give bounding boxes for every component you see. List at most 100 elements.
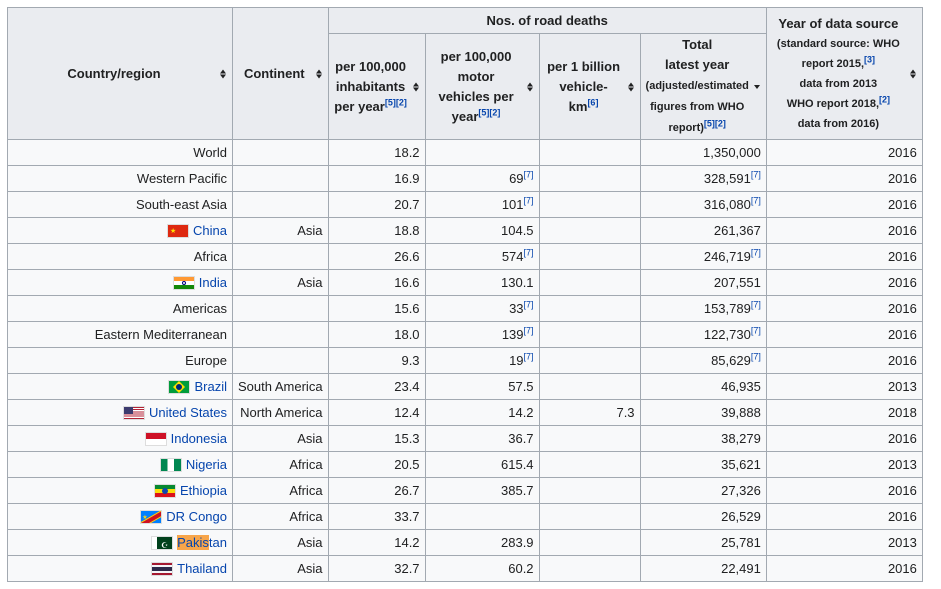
cell-value: 39,888	[721, 405, 761, 420]
cell-per-vehicles: 36.7	[424, 425, 540, 452]
cell-per-km	[538, 295, 641, 322]
country-link[interactable]: China	[193, 223, 227, 238]
reference-link[interactable]: [7]	[524, 300, 534, 310]
cell-value: 574	[501, 249, 524, 264]
reference-link[interactable]: [7]	[524, 248, 534, 258]
sort-both-icon[interactable]	[526, 82, 533, 91]
cell-year: 2018	[765, 399, 923, 426]
reference-link[interactable]: [7]	[751, 352, 761, 362]
reference-link[interactable]: [7]	[751, 300, 761, 310]
flag-nigeria-icon	[159, 457, 182, 472]
sort-both-icon[interactable]	[909, 69, 916, 78]
table-row: Europe 9.3 19[7] 85,629[7] 2016	[7, 347, 923, 374]
table-row: South-east Asia 20.7 101[7] 316,080[7] 2016	[7, 191, 923, 218]
cell-country: World	[7, 139, 233, 166]
cell-year: 2016	[765, 347, 923, 374]
cell-year: 2016	[765, 139, 923, 166]
cell-value: 69	[509, 171, 524, 186]
cell-per-inhabitants: 26.7	[327, 477, 426, 504]
col-header-per-km[interactable]: per 1 billion vehicle-km[6]	[538, 33, 641, 140]
table-row: Brazil South America 23.4 57.5 46,935 2013	[7, 373, 923, 400]
reference-link[interactable]: [7]	[524, 326, 534, 336]
cell-value: 104.5	[501, 223, 534, 238]
reference-link[interactable]: [7]	[751, 196, 761, 206]
col-header-country[interactable]: Country/region	[7, 7, 233, 140]
col-header-year[interactable]: Year of data source (standard source: WH…	[765, 7, 923, 140]
cell-total: 85,629[7]	[639, 347, 767, 374]
sort-both-icon[interactable]	[627, 82, 634, 91]
flag-pakistan-icon	[151, 535, 174, 550]
cell-per-vehicles: 69[7]	[424, 165, 540, 192]
col-group-road-deaths: Nos. of road deaths	[327, 7, 767, 34]
cell-country: Ethiopia	[7, 477, 233, 504]
sort-both-icon[interactable]	[220, 69, 226, 78]
cell-value: 33	[509, 301, 524, 316]
flag-india-icon	[172, 275, 195, 290]
cell-country: Western Pacific	[7, 165, 233, 192]
cell-continent: South America	[232, 373, 329, 400]
sort-descending-icon[interactable]	[753, 84, 760, 89]
cell-value: 46,935	[721, 379, 761, 394]
reference-link[interactable]: [2]	[879, 94, 890, 104]
table-row: World 18.2 1,350,000 2016	[7, 139, 923, 166]
col-header-per-km-label: per 1 billion	[547, 58, 621, 74]
reference-link[interactable]: [5][2]	[478, 107, 500, 117]
year-sub-text: WHO report 2018,	[786, 97, 880, 110]
country-link[interactable]: Ethiopia	[180, 483, 227, 498]
col-header-continent-label: Continent	[243, 65, 305, 81]
cell-country: Brazil	[7, 373, 233, 400]
cell-value: 14.2	[508, 405, 534, 420]
cell-per-inhabitants: 18.2	[327, 139, 426, 166]
country-link[interactable]: Nigeria	[186, 457, 227, 472]
cell-country: South-east Asia	[7, 191, 233, 218]
country-link[interactable]: Indonesia	[171, 431, 227, 446]
cell-continent	[232, 295, 329, 322]
cell-year: 2016	[765, 503, 923, 530]
table-row: Eastern Mediterranean 18.0 139[7] 122,730[7…	[7, 321, 923, 348]
cell-value: 328,591	[703, 171, 751, 186]
reference-link[interactable]: [7]	[524, 196, 534, 206]
reference-link[interactable]: [7]	[751, 326, 761, 336]
country-link[interactable]: Thailand	[177, 561, 227, 576]
cell-per-km	[538, 243, 641, 270]
col-header-total[interactable]: Total latest year (adjusted/estimated fi…	[639, 33, 767, 140]
country-link[interactable]: United States	[149, 405, 227, 420]
col-header-total-sub: (adjusted/estimated figures from WHO rep…	[645, 80, 749, 134]
country-link[interactable]: Pakistan	[177, 535, 227, 550]
cell-value: 615.4	[501, 457, 534, 472]
cell-value: 27,326	[721, 483, 761, 498]
cell-total: 22,491	[639, 555, 767, 582]
country-link[interactable]: DR Congo	[166, 509, 227, 524]
country-link[interactable]: Brazil	[194, 379, 227, 394]
reference-link[interactable]: [5][2]	[385, 97, 407, 107]
col-header-continent[interactable]: Continent	[232, 7, 329, 140]
sort-both-icon[interactable]	[315, 69, 322, 78]
cell-value: 261,367	[713, 223, 761, 238]
search-highlight: Pakis	[177, 535, 209, 550]
reference-link[interactable]: [7]	[751, 248, 761, 258]
cell-country: Indonesia	[7, 425, 233, 452]
cell-year: 2016	[765, 243, 923, 270]
col-group-road-deaths-label: Nos. of road deaths	[486, 12, 608, 28]
reference-link[interactable]: [6]	[587, 97, 598, 107]
reference-link[interactable]: [7]	[524, 352, 534, 362]
reference-link[interactable]: [7]	[524, 170, 534, 180]
sort-both-icon[interactable]	[412, 82, 419, 91]
cell-total: 246,719[7]	[639, 243, 767, 270]
country-link[interactable]: India	[199, 275, 227, 290]
cell-value: 139	[501, 327, 524, 342]
table-row: Ethiopia Africa 26.7 385.7 27,326 2016	[7, 477, 923, 504]
cell-country: Thailand	[7, 555, 233, 582]
region-name: Western Pacific	[136, 171, 227, 186]
reference-link[interactable]: [7]	[751, 170, 761, 180]
cell-continent: Africa	[232, 451, 329, 478]
cell-per-inhabitants: 33.7	[327, 503, 426, 530]
reference-link[interactable]: [5][2]	[704, 118, 726, 128]
col-header-per-vehicles[interactable]: per 100,000 motor vehicles per year[5][2…	[424, 33, 540, 140]
cell-per-vehicles: 57.5	[424, 373, 540, 400]
cell-year: 2013	[765, 529, 923, 556]
col-header-per-inhabitants[interactable]: per 100,000 inhabitants per year[5][2]	[327, 33, 426, 140]
cell-continent	[232, 165, 329, 192]
reference-link[interactable]: [3]	[864, 54, 875, 64]
col-header-per-vehicles-label: per 100,000 motor vehicles per year	[438, 48, 514, 124]
